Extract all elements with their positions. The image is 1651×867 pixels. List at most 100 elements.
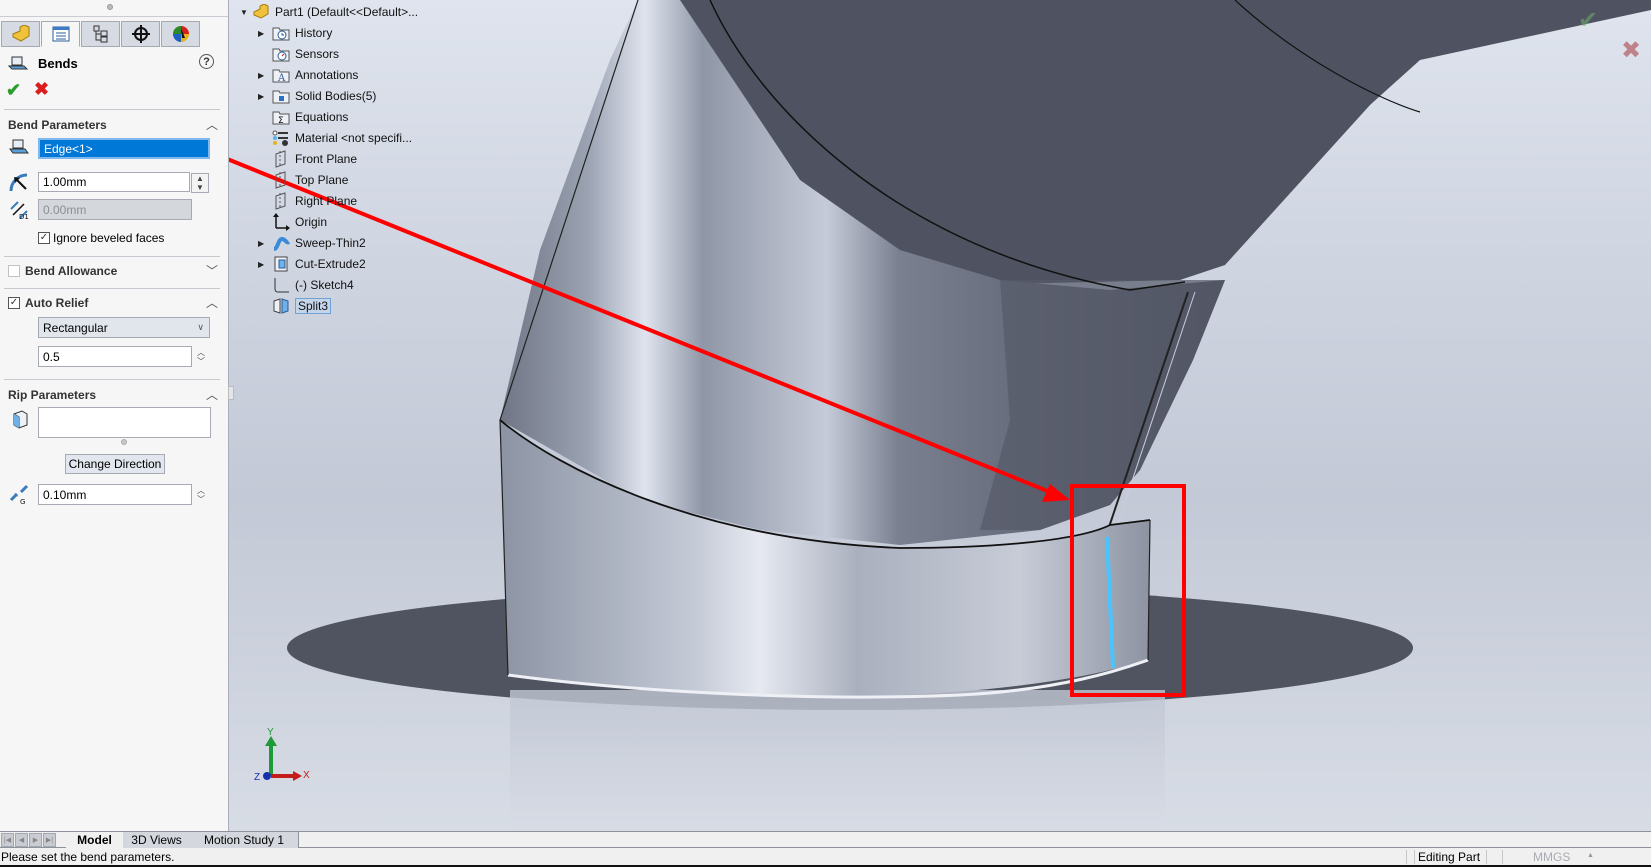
tab-motion-study-1[interactable]: Motion Study 1	[190, 832, 299, 848]
rip-gap-input[interactable]: 0.10mm	[38, 484, 192, 505]
tree-item-equations[interactable]: Σ Equations	[272, 107, 348, 127]
tree-item-label: Origin	[295, 215, 328, 229]
rip-gap-spinner[interactable]: ︿ ﹀	[193, 484, 209, 505]
chevron-up-icon[interactable]: ︿	[206, 294, 218, 311]
tree-item-cut-extrude2[interactable]: ▶ Cut-Extrude2	[258, 254, 366, 274]
bend-allowance-checkbox[interactable]	[8, 265, 20, 277]
svg-text:Σ: Σ	[278, 116, 284, 125]
auto-relief-header[interactable]: Auto Relief	[25, 296, 88, 310]
tree-item-solid-bodies-5[interactable]: ▶ Solid Bodies(5)	[258, 86, 376, 106]
unit-system-selector[interactable]: MMGS	[1533, 850, 1570, 864]
tree-item-sensors[interactable]: Sensors	[272, 44, 339, 64]
sketch-icon	[272, 276, 290, 294]
tree-item-history[interactable]: ▶ History	[258, 23, 332, 43]
configuration-manager-tab[interactable]	[81, 21, 120, 47]
chevron-up-icon[interactable]: ︿	[206, 116, 218, 133]
property-manager-title-text: Bends	[38, 55, 78, 71]
tree-item-top-plane[interactable]: Top Plane	[272, 170, 348, 190]
selection-box-resize-handle[interactable]	[121, 439, 127, 445]
chevron-down-icon[interactable]: ﹀	[206, 262, 218, 279]
property-manager-tab[interactable]	[41, 21, 80, 47]
ignore-beveled-faces-label[interactable]: Ignore beveled faces	[53, 231, 164, 245]
tab-model[interactable]: Model	[66, 832, 124, 848]
editing-mode-indicator: Editing Part	[1418, 850, 1481, 864]
bottom-tab-bar: |◀ ◀ ▶ ▶| Model 3D Views Motion Study 1	[0, 831, 1651, 848]
tree-item-split3[interactable]: Split3	[272, 296, 332, 316]
tree-item-front-plane[interactable]: Front Plane	[272, 149, 357, 169]
rip-parameters-header[interactable]: Rip Parameters	[8, 388, 96, 402]
origin-icon	[272, 213, 290, 231]
panel-splitter-handle[interactable]	[228, 386, 234, 400]
spin-down-icon[interactable]: ▼	[196, 183, 204, 192]
next-tab-button[interactable]: ▶	[29, 833, 42, 847]
tab-3d-views[interactable]: 3D Views	[123, 832, 191, 848]
spin-down-icon[interactable]: ﹀	[197, 495, 205, 504]
last-tab-button[interactable]: ▶|	[43, 833, 56, 847]
bend-allowance-header[interactable]: Bend Allowance	[25, 264, 117, 278]
graphics-area[interactable]: ✔ ✖ Y X Z	[229, 0, 1651, 831]
ok-button[interactable]: ✔	[6, 80, 21, 101]
triad-z-label: Z	[254, 772, 261, 783]
cancel-button[interactable]: ✖	[34, 79, 49, 100]
relief-ratio-spinner[interactable]: ︿ ﹀	[193, 346, 209, 367]
property-manager-title: Bends	[8, 52, 78, 74]
relief-ratio-input[interactable]: 0.5	[38, 346, 192, 367]
divider	[1486, 850, 1487, 864]
rip-edges-selection-box[interactable]	[38, 407, 211, 438]
spin-up-icon[interactable]: ︿	[197, 486, 205, 495]
tube-dark-side	[980, 280, 1225, 530]
tree-item-label: Top Plane	[295, 173, 349, 187]
feature-manager-tab[interactable]	[1, 21, 40, 47]
expand-arrow-icon[interactable]: ▶	[258, 92, 264, 101]
expand-arrow-icon[interactable]: ▶	[258, 71, 264, 80]
help-icon[interactable]: ?	[199, 54, 214, 69]
plane-icon	[272, 171, 290, 189]
expand-arrow-icon[interactable]: ▶	[258, 29, 264, 38]
tree-root-part1[interactable]: ▼ Part1 (Default<<Default>...	[240, 2, 418, 22]
view-triad[interactable]: Y X Z	[249, 727, 310, 785]
ignore-beveled-faces-checkbox[interactable]: ✓	[38, 232, 50, 244]
dimxpert-manager-tab[interactable]	[121, 21, 160, 47]
relief-type-value: Rectangular	[43, 320, 108, 335]
display-manager-tab[interactable]	[161, 21, 200, 47]
collapse-arrow-icon[interactable]: ▼	[240, 8, 248, 17]
unit-menu-arrow-icon[interactable]: ▲	[1587, 852, 1594, 859]
triad-x-label: X	[303, 770, 310, 781]
spin-up-icon[interactable]: ▲	[196, 174, 204, 183]
panel-resize-grip[interactable]	[107, 4, 113, 10]
expand-arrow-icon[interactable]: ▶	[258, 239, 264, 248]
expand-arrow-icon[interactable]: ▶	[258, 260, 264, 269]
annotations-folder-icon: A	[272, 66, 290, 84]
solid-bodies-folder-icon	[272, 87, 290, 105]
first-tab-button[interactable]: |◀	[1, 833, 14, 847]
spin-up-icon[interactable]: ︿	[197, 348, 205, 357]
history-folder-icon	[272, 24, 290, 42]
tree-item-origin[interactable]: Origin	[272, 212, 327, 232]
tree-item-right-plane[interactable]: Right Plane	[272, 191, 357, 211]
bend-radius-input[interactable]: 1.00mm	[38, 172, 190, 192]
confirm-corner-ok-button[interactable]: ✔	[1578, 6, 1598, 35]
bend-radius-spinner[interactable]: ▲ ▼	[191, 173, 209, 193]
tree-item-label: Annotations	[295, 68, 359, 82]
tree-item-annotations[interactable]: ▶ A Annotations	[258, 65, 359, 85]
divider	[4, 256, 220, 257]
relief-type-dropdown[interactable]: Rectangular ∨	[38, 317, 210, 338]
change-direction-button[interactable]: Change Direction	[65, 454, 165, 474]
chevron-up-icon[interactable]: ︿	[206, 386, 218, 403]
spin-down-icon[interactable]: ﹀	[197, 357, 205, 366]
auto-relief-checkbox[interactable]: ✓	[8, 297, 20, 309]
edge-selection-box[interactable]: Edge<1>	[38, 138, 210, 159]
property-manager-panel: Bends ? ✔ ✖ Bend Parameters ︿ Edge<1> 1.…	[0, 0, 234, 831]
tree-item-label: Cut-Extrude2	[295, 257, 366, 271]
tree-item-sketch4[interactable]: (-) Sketch4	[272, 275, 354, 295]
bend-parameters-header[interactable]: Bend Parameters	[8, 118, 107, 132]
confirm-corner-cancel-button[interactable]: ✖	[1621, 36, 1641, 65]
tree-item-sweep-thin2[interactable]: ▶ Sweep-Thin2	[258, 233, 366, 253]
status-bar: Please set the bend parameters. Editing …	[0, 848, 1651, 867]
floor-reflection	[510, 690, 1165, 831]
equations-folder-icon: Σ	[272, 108, 290, 126]
model-scene[interactable]	[229, 0, 1651, 831]
prev-tab-button[interactable]: ◀	[15, 833, 28, 847]
cut-extrude-icon	[272, 255, 290, 273]
tree-item-material-not-specifi[interactable]: Material <not specifi...	[272, 128, 412, 148]
